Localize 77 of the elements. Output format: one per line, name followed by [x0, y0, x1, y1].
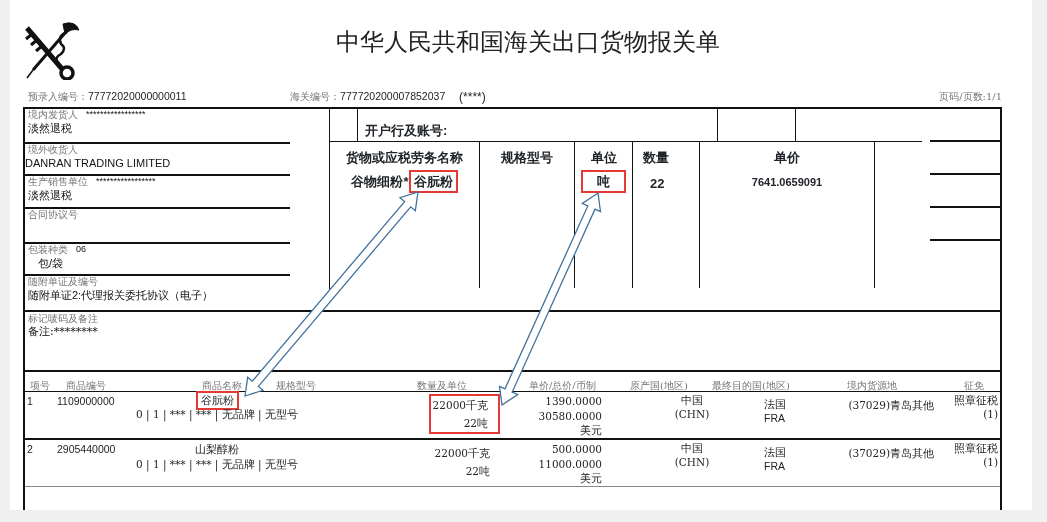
status-mark: (****) [459, 89, 486, 104]
field-label: 境外收货人 [28, 144, 78, 157]
table-cell: 吨 [597, 173, 610, 189]
table-cell: 0 | 1 | *** | *** | 无品牌 | 无型号 [136, 457, 298, 473]
table-cell: (37029)青岛其他 [848, 447, 934, 459]
field-value: 淡然退税 [28, 188, 73, 203]
form-number: 777720200007852037 [340, 88, 446, 104]
table-cell: 1 [27, 395, 33, 407]
column-header: 最终目的国(地区) [712, 380, 790, 391]
column-header: 原产国(地区) [630, 380, 688, 391]
field-label: 包装种类 [28, 244, 68, 257]
column-header: 项号 [30, 380, 50, 391]
column-header: 征免 [964, 380, 984, 391]
form-title: 中华人民共和国海关出口货物报关单 [335, 28, 720, 58]
column-header: 规格型号 [276, 380, 316, 391]
field-label: 标记唛码及备注 [28, 312, 99, 325]
table-cell: (1) [983, 455, 998, 470]
column-header: 货物或应税劳务名称 [346, 149, 463, 167]
column-header: 数量及单位 [417, 380, 467, 391]
column-header: 境内货源地 [847, 380, 897, 391]
column-header: 商品名称 [202, 380, 242, 391]
field-value: 包/袋 [37, 256, 65, 271]
table-cell: (1) [983, 407, 998, 422]
table-cell: 美元 [580, 471, 602, 487]
form-number: 77772020000000011 [88, 88, 187, 104]
column-header: 单价/总价/币制 [529, 380, 596, 391]
table-cell-text: 22000千克 [432, 398, 488, 413]
field-label: 海关编号： [290, 89, 341, 104]
table-cell: 美元 [580, 423, 602, 439]
table-cell-text: 22000千克 [434, 446, 490, 461]
column-header: 单价 [774, 149, 800, 167]
field-code: ***************** [96, 176, 156, 188]
column-header: 数量 [642, 149, 669, 167]
table-cell: (37029)青岛其他 [848, 399, 934, 411]
table-cell-text: 山梨醇粉 [195, 442, 239, 457]
table-cell: FRA [764, 411, 785, 426]
field-value: 备注:******** [28, 325, 99, 340]
field-value: 随附单证2:代理报关委托协议（电子） [28, 288, 215, 303]
field-value: 淡然退税 [28, 121, 73, 136]
table-cell: 中国 [681, 394, 703, 408]
table-cell: 谷朊粉 [413, 173, 453, 189]
table-cell: 30580.0000 [538, 408, 602, 424]
table-cell-text: 谷物细粉* [351, 172, 409, 191]
table-cell: 22吨 [463, 416, 488, 432]
table-cell: FRA [764, 459, 785, 474]
table-cell: 500.0000 [551, 442, 602, 457]
column-header: 单位 [590, 149, 617, 167]
table-cell: 法国 [764, 398, 786, 412]
table-cell: 22吨 [465, 464, 490, 480]
table-cell: 法国 [764, 446, 786, 460]
field-code: ***************** [86, 109, 146, 121]
field-value: DANRAN TRADING LIMITED [25, 156, 172, 171]
table-cell: 谷朊粉 [200, 394, 234, 406]
column-header: 规格型号 [501, 149, 553, 167]
field-label: 生产销售单位 [28, 176, 88, 189]
field-label: 合同协议号 [28, 209, 78, 222]
table-cell-text: 7641.0659091 [751, 174, 823, 190]
table-cell: 1109000000 [57, 395, 115, 407]
key-emblem-logo [23, 20, 79, 80]
table-cell: 1390.0000 [545, 394, 602, 409]
table-cell: (CHN) [674, 455, 710, 470]
table-cell: 照章征税 [954, 442, 998, 456]
field-label: 开户行及账号: [365, 121, 448, 140]
table-cell: 2 [27, 443, 33, 455]
table-cell: 11000.0000 [538, 456, 602, 472]
table-cell: 0 | 1 | *** | *** | 无品牌 | 无型号 [136, 407, 298, 423]
table-cell: 照章征税 [954, 394, 998, 408]
table-cell: (CHN) [674, 407, 710, 422]
field-label: 随附单证及编号 [28, 276, 98, 289]
table-cell-text: 22 [649, 174, 665, 193]
field-label: 预录入编号： [28, 89, 88, 104]
column-header: 商品编号 [66, 380, 106, 391]
table-cell: 中国 [681, 442, 703, 456]
table-cell: 2905440000 [57, 443, 116, 455]
field-code: 06 [76, 244, 86, 256]
page-count: 页码/页数:1/1 [939, 90, 1002, 104]
field-label: 境内发货人 [28, 109, 78, 122]
